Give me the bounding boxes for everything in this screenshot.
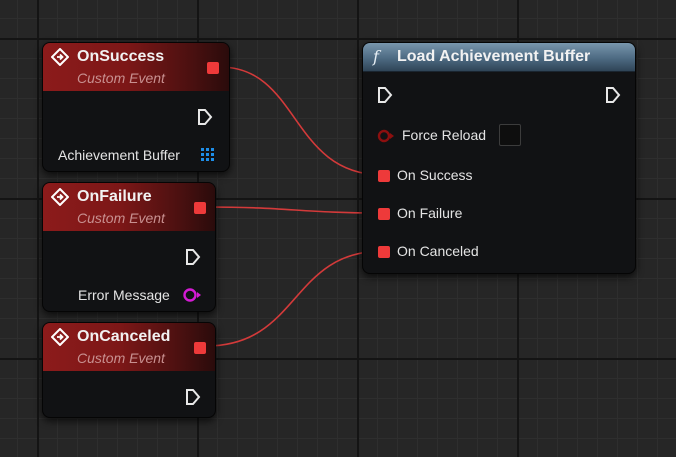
event-node-header[interactable]: OnCanceled Custom Event bbox=[43, 323, 215, 371]
delegate-output-pin[interactable] bbox=[194, 202, 206, 214]
event-node-oncanceled[interactable]: OnCanceled Custom Event bbox=[42, 322, 216, 418]
array-grid-pin-icon[interactable] bbox=[201, 148, 215, 162]
function-title: Load Achievement Buffer bbox=[397, 48, 591, 65]
event-title: OnFailure bbox=[77, 188, 152, 205]
exec-input-pin-icon[interactable] bbox=[377, 86, 393, 104]
delegate-output-pin[interactable] bbox=[207, 62, 219, 74]
event-diamond-icon bbox=[51, 48, 69, 66]
boolean-pin-icon[interactable] bbox=[377, 129, 397, 143]
on-success-input-pin[interactable] bbox=[378, 170, 390, 182]
wire-onsuccess-to-on-success[interactable] bbox=[219, 66, 384, 176]
on-canceled-label: On Canceled bbox=[397, 243, 479, 259]
event-subtitle: Custom Event bbox=[77, 210, 165, 226]
exec-output-pin-icon[interactable] bbox=[185, 388, 201, 406]
on-success-label: On Success bbox=[397, 167, 473, 183]
event-node-onfailure[interactable]: OnFailure Custom Event Error Message bbox=[42, 182, 216, 312]
wire-oncanceled-to-on-canceled[interactable] bbox=[205, 250, 384, 347]
on-failure-label: On Failure bbox=[397, 205, 463, 221]
event-title: OnSuccess bbox=[77, 48, 165, 65]
achievement-buffer-pin-label: Achievement Buffer bbox=[58, 147, 180, 163]
force-reload-checkbox[interactable] bbox=[499, 124, 521, 146]
force-reload-label: Force Reload bbox=[402, 127, 487, 143]
event-node-onsuccess[interactable]: OnSuccess Custom Event Achievement Buffe… bbox=[42, 42, 230, 172]
event-diamond-icon bbox=[51, 188, 69, 206]
event-node-header[interactable]: OnFailure Custom Event bbox=[43, 183, 215, 231]
function-node-header[interactable]: f Load Achievement Buffer bbox=[363, 43, 635, 72]
delegate-output-pin[interactable] bbox=[194, 342, 206, 354]
text-pin-icon[interactable] bbox=[182, 287, 202, 303]
event-subtitle: Custom Event bbox=[77, 70, 165, 86]
wire-onfailure-to-on-failure[interactable] bbox=[205, 206, 384, 214]
event-node-header[interactable]: OnSuccess Custom Event bbox=[43, 43, 229, 91]
exec-output-pin-icon[interactable] bbox=[185, 248, 201, 266]
on-canceled-input-pin[interactable] bbox=[378, 246, 390, 258]
error-message-pin-label: Error Message bbox=[78, 287, 170, 303]
exec-output-pin-icon[interactable] bbox=[605, 86, 621, 104]
event-diamond-icon bbox=[51, 328, 69, 346]
exec-output-pin-icon[interactable] bbox=[197, 108, 213, 126]
function-icon: f bbox=[373, 47, 379, 66]
event-subtitle: Custom Event bbox=[77, 350, 165, 366]
on-failure-input-pin[interactable] bbox=[378, 208, 390, 220]
function-node-load-achievement-buffer[interactable]: f Load Achievement Buffer Force Reload O… bbox=[362, 42, 636, 274]
event-title: OnCanceled bbox=[77, 328, 171, 345]
